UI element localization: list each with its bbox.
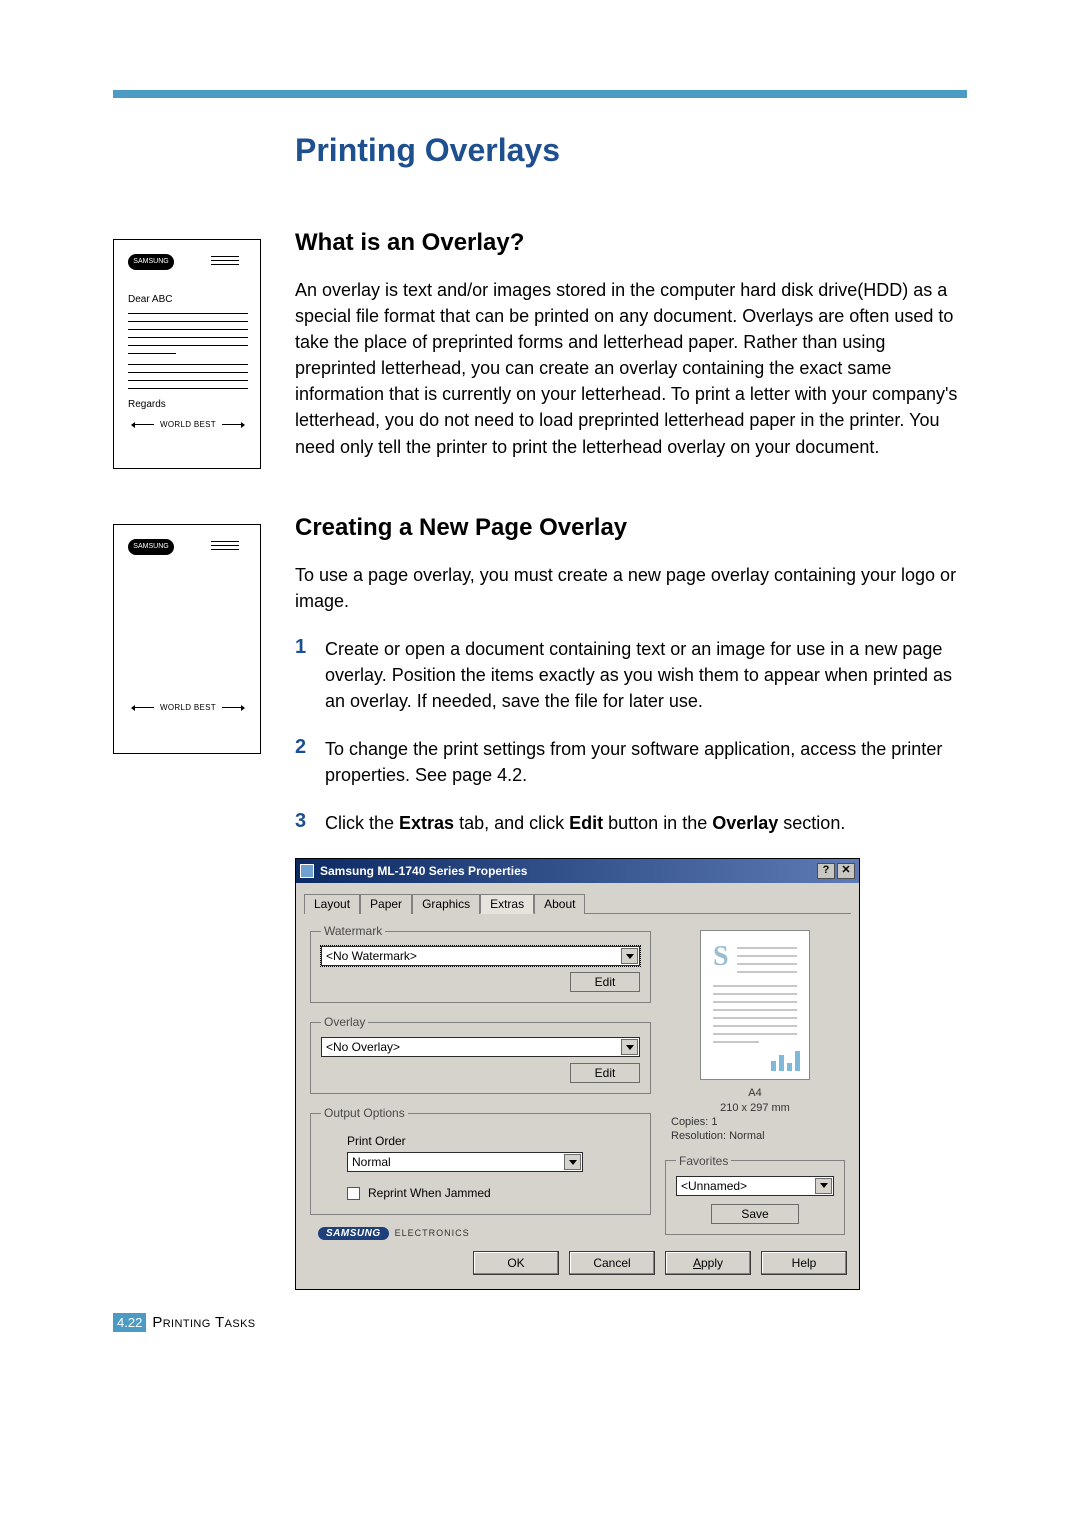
step-text: Create or open a document containing tex… [325,636,967,714]
tab-layout[interactable]: Layout [304,894,360,914]
printer-icon [300,864,314,878]
address-lines-placeholder [211,541,239,553]
watermark-value: <No Watermark> [326,949,417,963]
output-options-legend: Output Options [321,1106,408,1120]
chevron-down-icon[interactable] [621,1039,638,1055]
samsung-logo: SAMSUNG [318,1227,389,1240]
step-text: Click the Extras tab, and click Edit but… [325,810,967,836]
dialog-tabs: Layout Paper Graphics Extras About [304,893,851,914]
watermark-edit-button[interactable]: Edit [570,972,640,992]
ok-button[interactable]: OK [473,1251,559,1275]
create-overlay-intro: To use a page overlay, you must create a… [295,562,967,614]
samsung-logo: SAMSUNG [128,254,174,270]
letter-illustration-blank: SAMSUNG WORLD BEST [113,524,261,754]
favorites-select[interactable]: <Unnamed> [676,1176,834,1196]
step-text: To change the print settings from your s… [325,736,967,788]
reprint-label: Reprint When Jammed [368,1186,491,1200]
tab-about[interactable]: About [534,894,585,914]
address-lines-placeholder [211,256,239,268]
overlay-select[interactable]: <No Overlay> [321,1037,640,1057]
arrow-right-icon [222,424,244,425]
world-best-label: WORLD BEST [160,420,216,429]
letter-illustration-with-text: SAMSUNG Dear ABC Regards WORLD BEST [113,239,261,469]
page-footer: 4.22 Printing Tasks [113,1313,256,1332]
header-rule [113,90,967,98]
properties-dialog: Samsung ML-1740 Series Properties ? ✕ La… [295,858,860,1289]
arrow-right-icon [222,707,244,708]
section-heading-create-overlay: Creating a New Page Overlay [295,514,967,542]
preview-paper-name: A4 [665,1086,845,1100]
dialog-titlebar: Samsung ML-1740 Series Properties ? ✕ [296,859,859,883]
page-preview: S [700,930,810,1080]
favorites-group: Favorites <Unnamed> Save [665,1154,845,1235]
output-options-group: Output Options Print Order Normal Reprin… [310,1106,651,1215]
step-2: 2 To change the print settings from your… [295,736,967,788]
step-1: 1 Create or open a document containing t… [295,636,967,714]
help-button[interactable]: Help [761,1251,847,1275]
reprint-checkbox[interactable] [347,1187,360,1200]
print-order-select[interactable]: Normal [347,1152,583,1172]
favorites-legend: Favorites [676,1154,731,1168]
chapter-title: Printing Tasks [152,1314,255,1331]
preview-letter-s: S [713,941,729,979]
overlay-value: <No Overlay> [326,1040,400,1054]
watermark-group: Watermark <No Watermark> Edit [310,924,651,1003]
overlay-edit-button[interactable]: Edit [570,1063,640,1083]
section-heading-what-is-overlay: What is an Overlay? [295,229,967,257]
step-number: 1 [295,636,325,714]
letter-regards: Regards [128,399,248,410]
samsung-electronics-label: ELECTRONICS [395,1228,470,1238]
tab-extras[interactable]: Extras [480,894,534,914]
page-number: 4.22 [113,1313,146,1332]
favorites-value: <Unnamed> [681,1179,747,1193]
apply-button[interactable]: Apply [665,1251,751,1275]
watermark-select[interactable]: <No Watermark> [321,946,640,966]
page-title: Printing Overlays [295,132,967,169]
step-number: 2 [295,736,325,788]
chevron-down-icon[interactable] [621,948,638,964]
preview-chart-icon [771,1049,801,1071]
preview-copies: Copies: 1 [671,1115,845,1129]
print-order-label: Print Order [347,1134,640,1148]
step-3: 3 Click the Extras tab, and click Edit b… [295,810,967,836]
cancel-button[interactable]: Cancel [569,1251,655,1275]
arrow-left-icon [132,424,154,425]
watermark-legend: Watermark [321,924,385,938]
arrow-left-icon [132,707,154,708]
letter-salutation: Dear ABC [128,294,248,305]
chevron-down-icon[interactable] [815,1178,832,1194]
letter-body-lines [128,313,248,389]
samsung-brand: SAMSUNG ELECTRONICS [310,1227,651,1240]
overlay-group: Overlay <No Overlay> Edit [310,1015,651,1094]
tab-graphics[interactable]: Graphics [412,894,480,914]
close-button[interactable]: ✕ [837,863,855,879]
preview-paper-size: 210 x 297 mm [665,1101,845,1115]
preview-resolution: Resolution: Normal [671,1129,845,1143]
dialog-title: Samsung ML-1740 Series Properties [320,864,527,878]
tab-paper[interactable]: Paper [360,894,412,914]
help-button[interactable]: ? [817,863,835,879]
step-number: 3 [295,810,325,836]
samsung-logo: SAMSUNG [128,539,174,555]
favorites-save-button[interactable]: Save [711,1204,799,1224]
world-best-label: WORLD BEST [160,703,216,712]
overlay-description: An overlay is text and/or images stored … [295,277,967,460]
overlay-legend: Overlay [321,1015,368,1029]
chevron-down-icon[interactable] [564,1154,581,1170]
print-order-value: Normal [352,1155,391,1169]
